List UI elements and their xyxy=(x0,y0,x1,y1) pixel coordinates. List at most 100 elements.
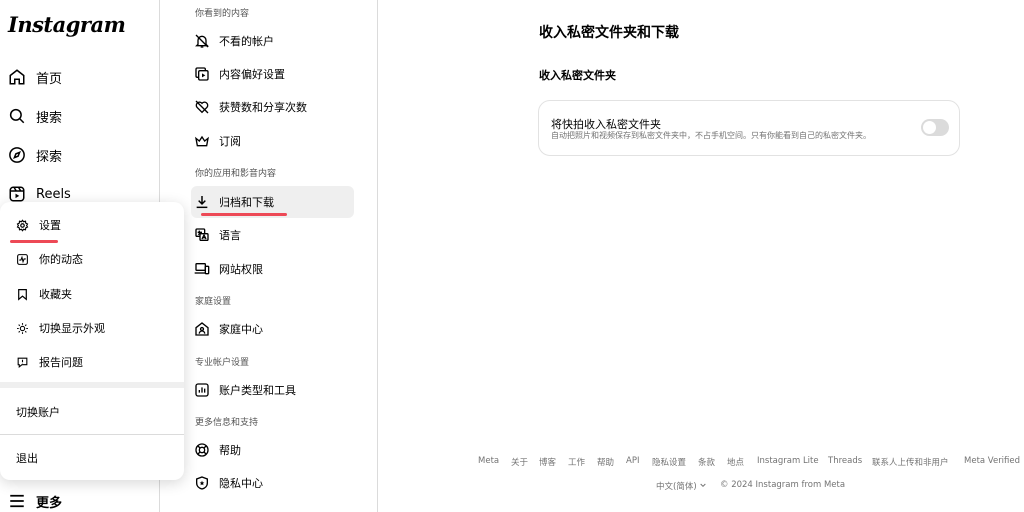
settings-item-label: 网站权限 xyxy=(219,263,263,276)
settings-item-not-seen-accounts[interactable]: 不看的帐户 xyxy=(191,25,354,57)
more-item-report-problem-label: 报告问题 xyxy=(39,356,83,369)
more-item-saved-label: 收藏夹 xyxy=(39,288,72,301)
settings-item-label: 帮助 xyxy=(219,444,241,457)
nav-home[interactable]: 首页 xyxy=(8,62,62,92)
copyright: © 2024 Instagram from Meta xyxy=(720,480,846,490)
gear-icon xyxy=(16,218,29,232)
search-icon xyxy=(9,108,25,124)
home-icon xyxy=(9,69,25,85)
section-subtitle: 收入私密文件夹 xyxy=(539,69,616,82)
more-item-saved[interactable]: 收藏夹 xyxy=(16,282,72,306)
chart-icon xyxy=(195,383,209,397)
activity-icon xyxy=(17,253,28,265)
settings-item-label: 家庭中心 xyxy=(219,323,263,336)
nav-home-label: 首页 xyxy=(36,71,63,87)
compass-icon xyxy=(9,147,25,163)
settings-item-content-preferences[interactable]: 内容偏好设置 xyxy=(191,58,354,90)
more-item-logout[interactable]: 退出 xyxy=(16,446,38,470)
nav-search-label: 搜索 xyxy=(36,110,63,126)
settings-item-account-type-tools[interactable]: 账户类型和工具 xyxy=(191,374,354,406)
footer-link[interactable]: 关于 xyxy=(511,456,528,468)
section-title-more-info: 更多信息和支持 xyxy=(195,418,259,428)
more-item-your-activity-label: 你的动态 xyxy=(39,253,83,266)
shield-icon xyxy=(196,476,208,490)
settings-item-website-permissions[interactable]: 网站权限 xyxy=(191,253,354,285)
nav-reels-label: Reels xyxy=(36,186,71,202)
footer-link[interactable]: Threads xyxy=(828,456,862,466)
active-underline xyxy=(10,240,58,243)
more-item-settings-label: 设置 xyxy=(39,219,61,232)
report-icon xyxy=(17,357,28,368)
active-underline xyxy=(201,213,287,216)
private-folder-card: 将快拍收入私密文件夹 自动把照片和视频保存到私密文件夹中，不占手机空间。只有你能… xyxy=(538,100,960,156)
settings-item-label: 订阅 xyxy=(219,135,241,148)
nav-search[interactable]: 搜索 xyxy=(8,101,62,131)
logout-label: 退出 xyxy=(16,452,38,465)
popup-separator xyxy=(0,382,184,388)
more-item-appearance-label: 切换显示外观 xyxy=(39,322,105,335)
sun-icon xyxy=(17,322,28,334)
more-item-settings[interactable]: 设置 xyxy=(16,213,61,237)
footer-link[interactable]: 工作 xyxy=(568,456,585,468)
popup-divider xyxy=(0,434,184,435)
settings-item-label: 归档和下载 xyxy=(219,196,274,209)
instagram-logo[interactable]: Instagram xyxy=(8,12,126,37)
footer-link[interactable]: 隐私设置 xyxy=(652,456,686,468)
settings-item-label: 语言 xyxy=(219,229,241,242)
settings-item-language[interactable]: 语言 xyxy=(191,219,354,251)
more-item-appearance[interactable]: 切换显示外观 xyxy=(16,316,105,340)
footer-link[interactable]: API xyxy=(626,456,639,466)
language-selector-label: 中文(简体) xyxy=(656,482,697,492)
settings-item-label: 账户类型和工具 xyxy=(219,384,296,397)
save-stories-description: 自动把照片和视频保存到私密文件夹中，不占手机空间。只有你能看到自己的私密文件夹。 xyxy=(551,131,871,140)
settings-item-subscriptions[interactable]: 订阅 xyxy=(191,125,354,157)
language-selector[interactable]: 中文(简体) xyxy=(656,480,707,492)
settings-item-label: 内容偏好设置 xyxy=(219,68,285,81)
menu-icon xyxy=(10,494,24,508)
heart-slash-icon xyxy=(195,100,209,114)
content-preferences-icon xyxy=(195,67,209,81)
reels-icon xyxy=(9,186,25,202)
nav-explore-label: 探索 xyxy=(36,149,63,165)
section-title-what-you-see: 你看到的内容 xyxy=(195,9,250,19)
section-title-family: 家庭设置 xyxy=(195,297,232,307)
footer-link[interactable]: Meta xyxy=(478,456,499,466)
settings-item-like-share-counts[interactable]: 获赞数和分享次数 xyxy=(191,91,354,123)
nav-explore[interactable]: 探索 xyxy=(8,140,62,170)
footer-link[interactable]: Instagram Lite xyxy=(757,456,819,466)
nav-more[interactable]: 更多 xyxy=(8,486,62,512)
more-item-report-problem[interactable]: 报告问题 xyxy=(16,350,83,374)
section-title-apps-media: 你的应用和影音内容 xyxy=(195,169,277,179)
family-home-icon xyxy=(195,322,209,336)
muted-bell-icon xyxy=(195,34,209,48)
settings-item-help[interactable]: 帮助 xyxy=(191,434,354,466)
footer-link[interactable]: 联系人上传和非用户 xyxy=(872,456,949,468)
footer-link[interactable]: 博客 xyxy=(539,456,556,468)
language-icon xyxy=(195,228,209,241)
more-menu-popup: 设置 你的动态 收藏夹 切换显示外观 报告问题 切换账户 退出 xyxy=(0,202,184,480)
settings-menu: 你看到的内容 不看的帐户 内容偏好设置 获赞数和分享次数 订阅 你的应用和影音内… xyxy=(183,0,378,512)
more-item-switch-account[interactable]: 切换账户 xyxy=(16,400,60,424)
download-icon xyxy=(196,196,208,209)
footer-link[interactable]: Meta Verified xyxy=(964,456,1020,466)
save-stories-toggle[interactable] xyxy=(921,119,949,136)
bookmark-icon xyxy=(18,288,27,301)
nav-more-label: 更多 xyxy=(36,495,63,511)
crown-icon xyxy=(195,135,209,147)
footer-link[interactable]: 条款 xyxy=(698,456,715,468)
more-item-your-activity[interactable]: 你的动态 xyxy=(16,247,83,271)
footer-link[interactable]: 地点 xyxy=(727,456,744,468)
section-title-professional: 专业帐户设置 xyxy=(195,358,250,368)
settings-item-label: 获赞数和分享次数 xyxy=(219,101,307,114)
chevron-down-icon xyxy=(700,483,707,488)
laptop-icon xyxy=(194,263,210,275)
switch-account-label: 切换账户 xyxy=(16,406,60,419)
settings-item-label: 不看的帐户 xyxy=(219,35,274,48)
toggle-knob xyxy=(923,121,936,134)
footer-link[interactable]: 帮助 xyxy=(597,456,614,468)
settings-item-family-center[interactable]: 家庭中心 xyxy=(191,313,354,345)
settings-item-privacy-center[interactable]: 隐私中心 xyxy=(191,467,354,499)
settings-item-label: 隐私中心 xyxy=(219,477,263,490)
lifebuoy-icon xyxy=(195,443,209,457)
page-title: 收入私密文件夹和下载 xyxy=(539,25,679,41)
